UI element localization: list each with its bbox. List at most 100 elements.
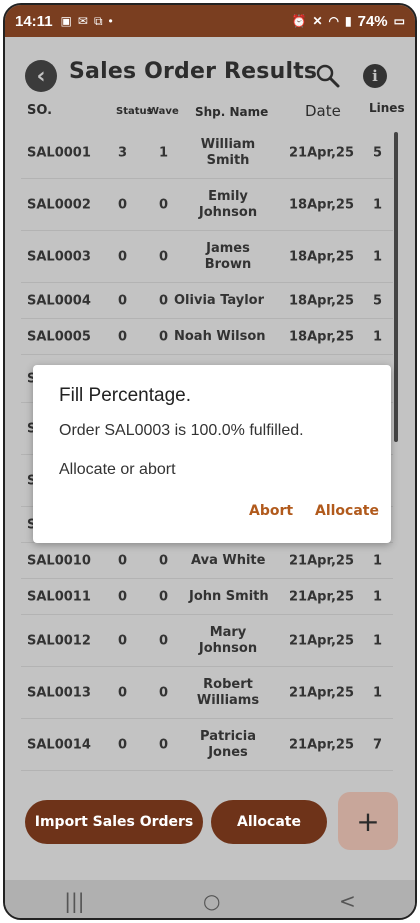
battery-level: 74%: [357, 12, 388, 30]
table-row[interactable]: SAL0010 0 0 Ava White 21Apr,25 1: [21, 543, 393, 579]
date-cell: 18Apr,25: [289, 329, 354, 344]
date-cell: 18Apr,25: [289, 249, 354, 264]
table-row[interactable]: SAL0014 0 0 Patricia Jones 21Apr,25 7: [21, 719, 393, 771]
date-cell: 21Apr,25: [289, 589, 354, 604]
mute-icon: ✕: [312, 14, 323, 28]
back-button[interactable]: ‹: [25, 60, 57, 92]
wave-cell: 0: [159, 633, 169, 648]
table-row[interactable]: SAL0005 0 0 Noah Wilson 18Apr,25 1: [21, 319, 393, 355]
name-cell: Noah Wilson: [174, 328, 266, 344]
status-cell: 0: [118, 589, 128, 604]
wave-cell: 0: [159, 197, 169, 212]
status-time: 14:11: [15, 12, 53, 30]
dialog-allocate-button[interactable]: Allocate: [315, 503, 379, 519]
lines-cell: 1: [373, 329, 383, 344]
so-cell: SAL0014: [27, 737, 91, 752]
back-icon[interactable]: <: [339, 889, 356, 913]
lines-cell: 7: [373, 737, 383, 752]
so-cell: SAL0013: [27, 685, 91, 700]
date-cell: 21Apr,25: [289, 145, 354, 160]
cast-icon: ⧉: [93, 13, 103, 28]
so-cell: SAL0012: [27, 633, 91, 648]
dialog-title: Fill Percentage.: [59, 385, 192, 406]
date-cell: 21Apr,25: [289, 737, 354, 752]
wave-cell: 0: [159, 329, 169, 344]
page-title: Sales Order Results: [69, 59, 318, 84]
abort-button[interactable]: Abort: [249, 503, 293, 519]
recents-icon[interactable]: |||: [64, 889, 84, 913]
date-cell: 18Apr,25: [289, 197, 354, 212]
plus-icon: +: [356, 804, 380, 838]
column-date: Date: [305, 102, 341, 120]
wave-cell: 0: [159, 293, 169, 308]
battery-icon: ▭: [393, 14, 405, 28]
table-row[interactable]: SAL0004 0 0 Olivia Taylor 18Apr,25 5: [21, 283, 393, 319]
status-bar: 14:11 ▣ ✉ ⧉ • ⏰ ✕ ◠ ▮ 74% ▭: [5, 5, 415, 37]
signal-icon: ▮: [345, 14, 352, 28]
allocate-button[interactable]: Allocate: [211, 800, 327, 844]
table-row[interactable]: SAL0001 3 1 William Smith 21Apr,25 5: [21, 127, 393, 179]
add-button[interactable]: +: [338, 792, 398, 850]
lines-cell: 5: [373, 293, 383, 308]
search-icon: [316, 64, 340, 88]
date-cell: 18Apr,25: [289, 293, 354, 308]
name-cell: Olivia Taylor: [174, 292, 265, 308]
wave-cell: 0: [159, 589, 169, 604]
lines-cell: 1: [373, 685, 383, 700]
wave-cell: 0: [159, 737, 169, 752]
fill-percentage-dialog: Fill Percentage. Order SAL0003 is 100.0%…: [33, 365, 391, 543]
status-cell: 0: [118, 633, 128, 648]
table-header: SO. Status Wave Shp. Name Date Lines: [5, 97, 415, 125]
alarm-icon: ⏰: [291, 14, 307, 28]
arrow-left-icon: ‹: [36, 63, 46, 89]
wave-cell: 0: [159, 685, 169, 700]
date-cell: 21Apr,25: [289, 553, 354, 568]
table-row[interactable]: SAL0002 0 0 Emily Johnson 18Apr,25 1: [21, 179, 393, 231]
so-cell: SAL0003: [27, 249, 91, 264]
status-cell: 0: [118, 197, 128, 212]
lines-cell: 1: [373, 633, 383, 648]
so-cell: SAL0002: [27, 197, 91, 212]
name-cell: Emily Johnson: [198, 188, 258, 220]
lines-cell: 1: [373, 197, 383, 212]
table-row[interactable]: SAL0012 0 0 Mary Johnson 21Apr,25 1: [21, 615, 393, 667]
info-icon: i: [372, 67, 378, 85]
column-wave: Wave: [148, 106, 179, 117]
name-cell: Ava White: [191, 552, 266, 568]
name-cell: Patricia Jones: [200, 728, 256, 760]
table-row[interactable]: SAL0011 0 0 John Smith 21Apr,25 1: [21, 579, 393, 615]
import-sales-orders-button[interactable]: Import Sales Orders: [25, 800, 203, 844]
bottom-actions: Import Sales Orders Allocate +: [5, 792, 415, 852]
name-cell: James Brown: [204, 240, 252, 272]
phone-frame: 14:11 ▣ ✉ ⧉ • ⏰ ✕ ◠ ▮ 74% ▭ ‹ Sales Orde…: [3, 3, 417, 920]
dialog-prompt: Allocate or abort: [59, 461, 176, 478]
status-cell: 0: [118, 293, 128, 308]
status-cell: 0: [118, 249, 128, 264]
wave-cell: 0: [159, 553, 169, 568]
lines-cell: 5: [373, 145, 383, 160]
status-cell: 0: [118, 329, 128, 344]
date-cell: 21Apr,25: [289, 633, 354, 648]
home-icon[interactable]: ○: [203, 889, 220, 913]
lines-cell: 1: [373, 589, 383, 604]
name-cell: Mary Johnson: [198, 624, 258, 656]
status-cell: 0: [118, 737, 128, 752]
info-button[interactable]: i: [363, 64, 387, 88]
table-row[interactable]: SAL0013 0 0 Robert Williams 21Apr,25 1: [21, 667, 393, 719]
so-cell: SAL0001: [27, 145, 91, 160]
wave-cell: 1: [159, 145, 169, 160]
wave-cell: 0: [159, 249, 169, 264]
so-cell: SAL0010: [27, 553, 91, 568]
app-screen: ‹ Sales Order Results i SO. Status Wave …: [5, 37, 415, 880]
search-button[interactable]: [315, 63, 341, 89]
table-row[interactable]: SAL0003 0 0 James Brown 18Apr,25 1: [21, 231, 393, 283]
column-lines: Lines: [369, 101, 405, 115]
dot-icon: •: [108, 14, 113, 28]
name-cell: William Smith: [200, 136, 256, 168]
name-cell: John Smith: [189, 588, 269, 604]
so-cell: SAL0005: [27, 329, 91, 344]
lines-cell: 1: [373, 249, 383, 264]
dialog-message: Order SAL0003 is 100.0% fulfilled.: [59, 422, 304, 439]
date-cell: 21Apr,25: [289, 685, 354, 700]
scrollbar[interactable]: [394, 132, 398, 442]
